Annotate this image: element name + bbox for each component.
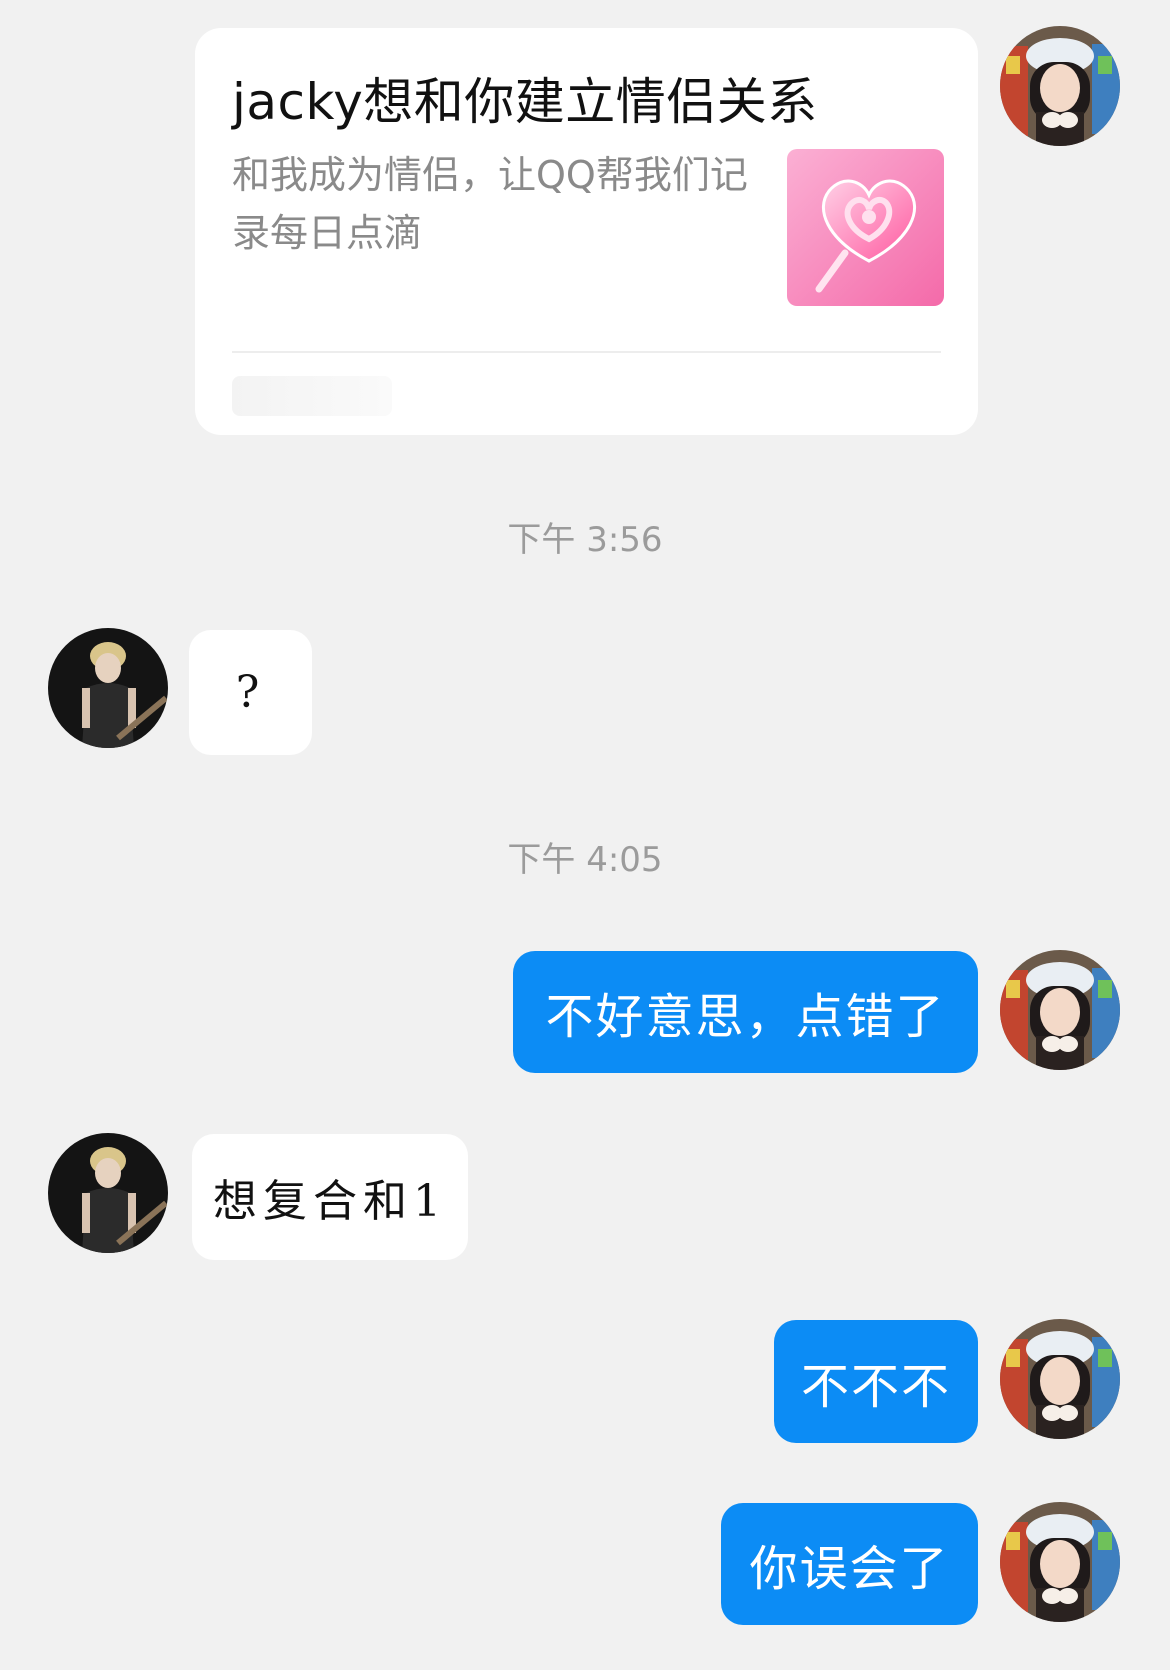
couple-invitation-card[interactable]: jacky想和你建立情侣关系 和我成为情侣，让QQ帮我们记录每日点滴: [195, 28, 978, 435]
my-avatar[interactable]: [1000, 1502, 1120, 1622]
message-text: 你误会了: [749, 1541, 950, 1597]
invitation-title: jacky想和你建立情侣关系: [232, 73, 818, 131]
message-text: ?: [235, 667, 266, 718]
invitation-description: 和我成为情侣，让QQ帮我们记录每日点滴: [232, 153, 748, 255]
contact-avatar[interactable]: [48, 1133, 168, 1253]
contact-avatar[interactable]: [48, 628, 168, 748]
incoming-message[interactable]: 想复合和1: [192, 1134, 468, 1260]
card-footer-blurred: [232, 376, 392, 416]
timestamp: 下午 3:56: [507, 520, 663, 560]
message-text: 不不不: [800, 1358, 951, 1415]
message-text: 想复合和1: [213, 1176, 447, 1227]
my-avatar[interactable]: [1000, 1319, 1120, 1439]
timestamp: 下午 4:05: [507, 840, 663, 880]
card-divider: [232, 351, 941, 353]
incoming-message[interactable]: ?: [189, 630, 312, 755]
outgoing-message[interactable]: 你误会了: [721, 1503, 978, 1625]
lollipop-heart-icon: [787, 149, 944, 306]
outgoing-message[interactable]: 不好意思，点错了: [513, 951, 978, 1073]
outgoing-message[interactable]: 不不不: [774, 1320, 978, 1443]
my-avatar[interactable]: [1000, 26, 1120, 146]
message-text: 不好意思，点错了: [545, 989, 946, 1045]
my-avatar[interactable]: [1000, 950, 1120, 1070]
